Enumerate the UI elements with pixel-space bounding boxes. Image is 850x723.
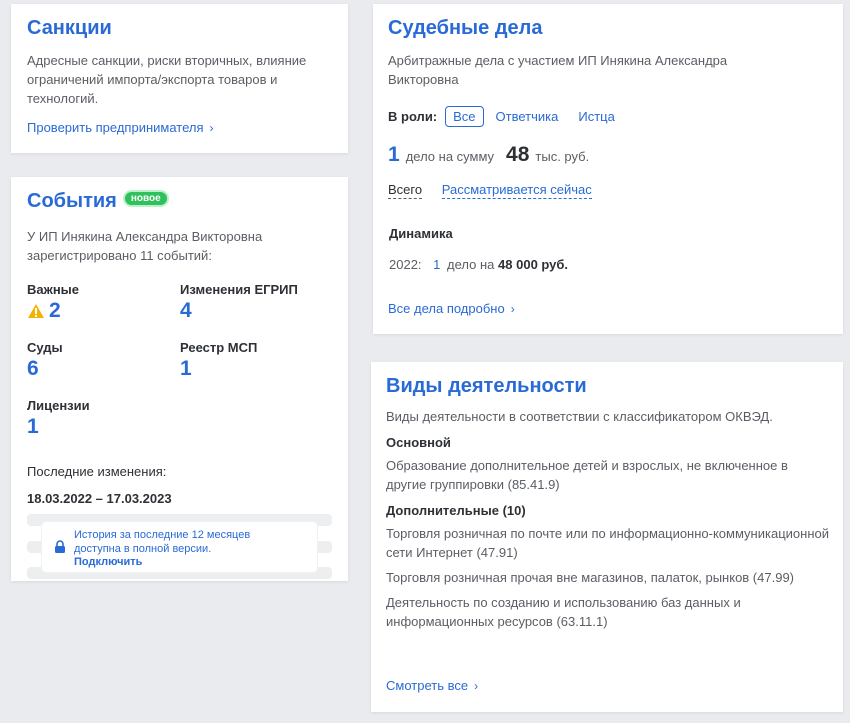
connect-link[interactable]: Подключить	[74, 556, 142, 568]
see-all-label: Смотреть все	[386, 678, 469, 693]
activities-description: Виды деятельности в соответствии с класс…	[386, 409, 773, 424]
locked-history-box: История за последние 12 месяцев доступна…	[42, 522, 317, 572]
case-count: 1	[388, 143, 400, 166]
sanctions-card: Санкции Адресные санкции, риски вторичны…	[11, 4, 348, 153]
stat-value: 6	[27, 357, 39, 380]
court-description: Арбитражные дела с участием ИП Инякина А…	[388, 53, 728, 87]
sanctions-title: Санкции	[27, 17, 112, 39]
main-activity-label: Основной	[386, 435, 451, 450]
events-card: События новое У ИП Инякина Александра Вик…	[11, 177, 348, 581]
stat-courts[interactable]: Суды 6	[27, 340, 63, 381]
case-tabs: Всего Рассматривается сейчас	[388, 182, 592, 199]
all-cases-link[interactable]: Все дела подробно ›	[388, 301, 515, 316]
stat-label: Изменения ЕГРИП	[180, 282, 298, 297]
locked-history-text: История за последние 12 месяцев доступна…	[74, 529, 251, 555]
dynamics-label: Динамика	[389, 226, 453, 241]
stat-value: 1	[27, 415, 39, 438]
events-title-text: События	[27, 190, 117, 212]
court-cases-card: Судебные дела Арбитражные дела с участие…	[373, 4, 843, 334]
stat-label: Лицензии	[27, 398, 90, 413]
check-entrepreneur-link[interactable]: Проверить предпринимателя ›	[27, 120, 214, 135]
stat-label: Суды	[27, 340, 63, 355]
main-activity-item: Образование дополнительное детей и взрос…	[386, 458, 788, 492]
court-title: Судебные дела	[388, 17, 543, 39]
all-cases-label: Все дела подробно	[388, 301, 505, 316]
last-changes-dates: 18.03.2022 – 17.03.2023	[27, 491, 172, 506]
case-sum-unit: тыс. руб.	[535, 149, 590, 164]
check-entrepreneur-label: Проверить предпринимателя	[27, 120, 204, 135]
activity-item: Торговля розничная по почте или по инфор…	[386, 526, 829, 560]
chevron-right-icon: ›	[474, 679, 479, 693]
activities-title: Виды деятельности	[386, 375, 587, 397]
chevron-right-icon: ›	[510, 302, 515, 316]
events-title: События новое	[27, 190, 332, 213]
see-all-link[interactable]: Смотреть все ›	[386, 678, 478, 693]
activity-item: Торговля розничная прочая вне магазинов,…	[386, 570, 795, 585]
roles-label: В роли:	[388, 109, 438, 124]
stat-label: Важные	[27, 282, 80, 297]
role-plaintiff-button[interactable]: Истца	[570, 106, 622, 127]
dynamics-row: 2022: 1 дело на 48 000 руб.	[389, 257, 568, 272]
dynamics-year: 2022:	[389, 257, 422, 272]
activities-card: Виды деятельности Виды деятельности в со…	[371, 362, 843, 712]
stat-important[interactable]: Важные 2	[27, 282, 79, 323]
dynamics-count[interactable]: 1	[433, 257, 440, 272]
tab-active-cases[interactable]: Рассматривается сейчас	[441, 182, 592, 199]
activity-item: Деятельность по созданию и использованию…	[386, 595, 741, 629]
role-filter: В роли: Все Ответчика Истца	[388, 106, 627, 127]
dynamics-sum: 48 000 руб.	[498, 257, 569, 272]
tab-all[interactable]: Всего	[388, 182, 423, 199]
warning-icon	[28, 304, 44, 318]
stat-egrip-changes[interactable]: Изменения ЕГРИП 4	[180, 282, 298, 323]
stat-msp-registry[interactable]: Реестр МСП 1	[180, 340, 257, 381]
stat-important-value: 2	[49, 299, 61, 322]
role-all-button[interactable]: Все	[445, 106, 484, 127]
stat-value: 1	[180, 357, 192, 380]
stat-value: 4	[180, 299, 192, 322]
stat-label: Реестр МСП	[180, 340, 258, 355]
lock-icon	[55, 540, 65, 553]
role-defendant-button[interactable]: Ответчика	[488, 106, 567, 127]
case-text: дело на сумму	[405, 149, 495, 164]
cases-summary: 1 дело на сумму 48 тыс. руб.	[388, 143, 589, 167]
dynamics-text: дело на	[447, 257, 495, 272]
stat-value: 2	[27, 299, 79, 323]
extra-activities-label: Дополнительные (10)	[386, 503, 526, 518]
sanctions-description: Адресные санкции, риски вторичных, влиян…	[27, 53, 307, 106]
chevron-right-icon: ›	[209, 121, 214, 135]
case-sum: 48	[506, 143, 530, 166]
last-changes-label: Последние изменения:	[27, 464, 167, 479]
new-badge: новое	[122, 190, 169, 208]
events-description: У ИП Инякина Александра Викторовна зарег…	[27, 229, 263, 263]
stat-licenses[interactable]: Лицензии 1	[27, 398, 90, 439]
